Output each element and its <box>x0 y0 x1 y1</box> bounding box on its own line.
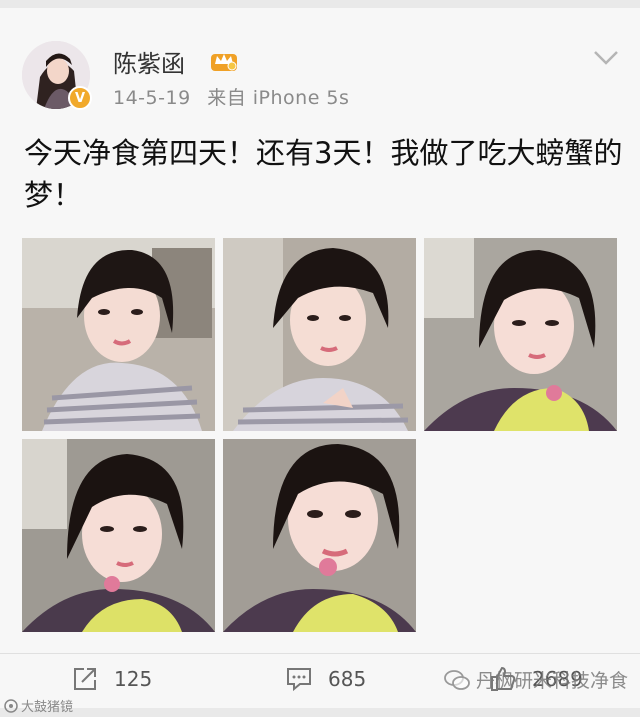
repost-button[interactable]: 125 <box>72 666 152 692</box>
watermark-text: 丹枫研米科技净食 <box>475 670 628 692</box>
logo-icon <box>4 698 18 713</box>
photo-thumbnail[interactable] <box>22 439 215 632</box>
repost-icon <box>74 668 96 690</box>
verified-v-icon: V <box>68 86 92 110</box>
watermark-wechat: 丹枫研米科技净食 <box>444 666 628 693</box>
comment-icon <box>287 668 311 692</box>
username[interactable]: 陈紫函 <box>113 44 185 79</box>
repost-count: 125 <box>114 667 153 691</box>
post-source[interactable]: 来自 iPhone 5s <box>207 87 349 109</box>
photo-thumbnail[interactable] <box>22 238 215 431</box>
photo-thumbnail[interactable] <box>424 238 617 431</box>
post-meta: 14-5-19 来自 iPhone 5s <box>113 83 359 110</box>
crown-badge-icon[interactable] <box>210 48 238 72</box>
photo-thumbnail[interactable] <box>223 439 416 632</box>
comment-button[interactable]: 685 <box>286 666 366 692</box>
weibo-post-card: V 陈紫函 14-5-19 来自 iPhone 5s 今天净食第四天！还有3天！… <box>0 8 640 653</box>
chevron-down-icon[interactable] <box>592 48 620 68</box>
comment-count: 685 <box>328 667 367 691</box>
post-date: 14-5-19 <box>113 87 191 109</box>
wechat-icon <box>444 669 470 690</box>
watermark-corner-text: 大鼓猪镜 <box>21 700 74 715</box>
post-text: 今天净食第四天！还有3天！我做了吃大螃蟹的梦！ <box>24 136 623 212</box>
photo-thumbnail[interactable] <box>223 238 416 431</box>
watermark-corner: 大鼓猪镜 <box>4 696 73 715</box>
